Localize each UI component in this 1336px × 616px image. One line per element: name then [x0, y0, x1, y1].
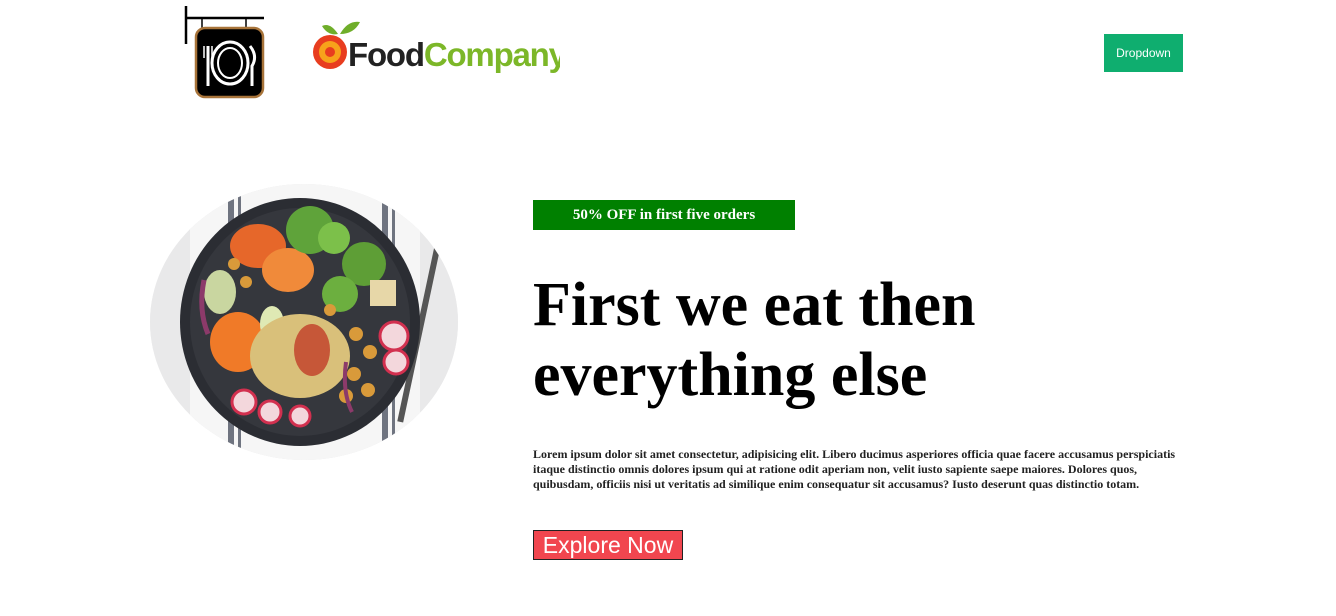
hero-title-line-1: First we eat then [533, 271, 976, 339]
hero-title: First we eat then everything else [533, 270, 1093, 410]
brand-food-text: Food [348, 36, 424, 73]
restaurant-sign-icon[interactable] [184, 4, 266, 100]
explore-now-button[interactable]: Explore Now [533, 530, 683, 560]
hero-description: Lorem ipsum dolor sit amet consectetur, … [533, 447, 1176, 491]
brand-company-text: Company [424, 36, 560, 73]
food-bowl-image [150, 184, 458, 460]
brand-logo[interactable]: FoodCompany [304, 14, 569, 110]
page: FoodCompany Dropdown 50% OFF in first fi… [0, 0, 1336, 616]
dropdown-button[interactable]: Dropdown [1104, 34, 1183, 72]
svg-text:FoodCompany: FoodCompany [348, 36, 560, 73]
promo-badge: 50% OFF in first five orders [533, 200, 795, 230]
hero-title-line-2: everything else [533, 341, 928, 409]
